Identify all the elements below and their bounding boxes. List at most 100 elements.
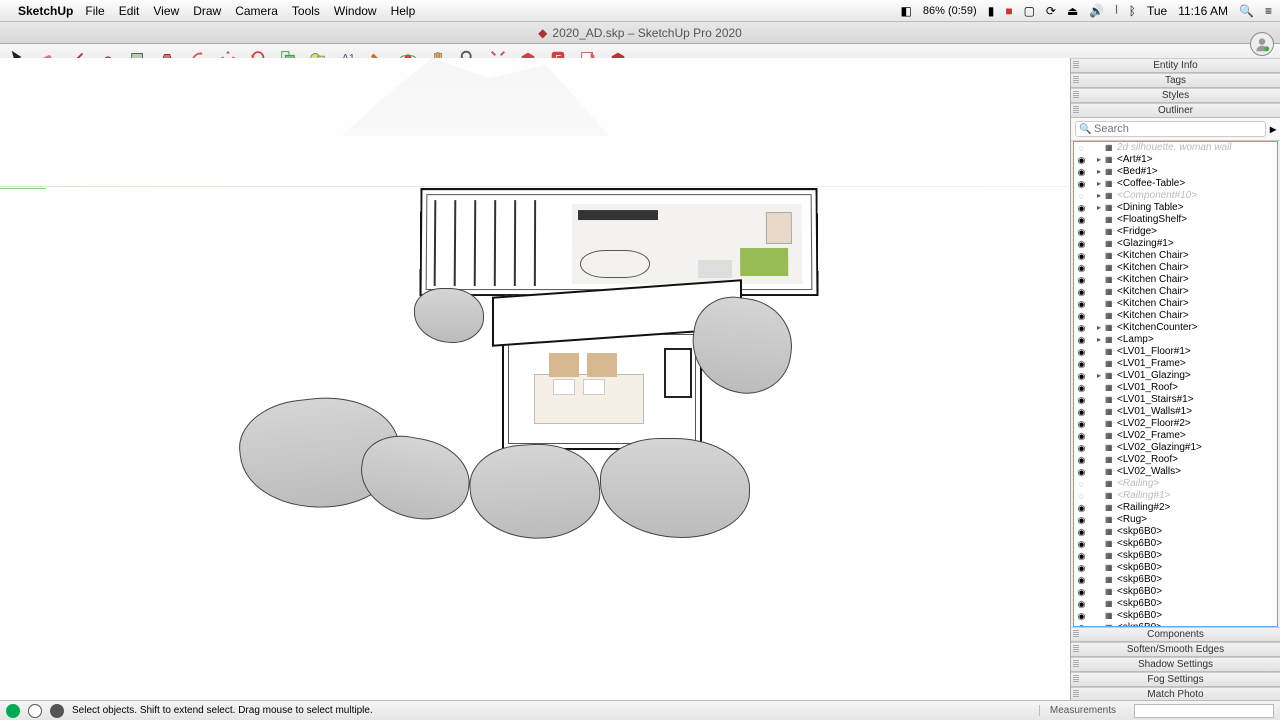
outliner-row[interactable]: ◉▦<Kitchen Chair> [1074, 262, 1277, 274]
visibility-icon[interactable]: ◉ [1076, 418, 1087, 430]
visibility-icon[interactable]: ◉ [1076, 358, 1087, 370]
outliner-row[interactable]: ◉▦<FloatingShelf> [1074, 214, 1277, 226]
stop-icon[interactable]: ■ [1005, 4, 1012, 18]
app-name[interactable]: SketchUp [18, 4, 73, 18]
visibility-icon[interactable]: ◉ [1076, 406, 1087, 418]
outliner-row[interactable]: ◉▦<skp6B0> [1074, 574, 1277, 586]
outliner-row[interactable]: ◉▦<LV02_Glazing#1> [1074, 442, 1277, 454]
outliner-row[interactable]: ◉▦<KitchenCounter> [1074, 322, 1277, 334]
menubar-time[interactable]: 11:16 AM [1178, 4, 1228, 18]
outliner-row[interactable]: ◉▦<Kitchen Chair> [1074, 274, 1277, 286]
visibility-icon[interactable]: ◉ [1076, 382, 1087, 394]
info-icon[interactable] [28, 704, 42, 718]
outliner-row[interactable]: ◉▦<Rug> [1074, 514, 1277, 526]
visibility-icon[interactable]: ◉ [1076, 286, 1087, 298]
outliner-row[interactable]: ◉▦<skp6B0> [1074, 538, 1277, 550]
visibility-icon[interactable]: ◉ [1076, 562, 1087, 574]
outliner-row[interactable]: ◉▦<Art#1> [1074, 154, 1277, 166]
section-fog[interactable]: Fog Settings [1071, 672, 1280, 687]
visibility-icon[interactable]: ◉ [1076, 442, 1087, 454]
battery-status[interactable]: 86% (0:59) [923, 5, 977, 17]
outliner-row[interactable]: ◉▦<Coffee-Table> [1074, 178, 1277, 190]
visibility-icon[interactable]: ◉ [1076, 298, 1087, 310]
menu-help[interactable]: Help [391, 4, 416, 18]
details-arrow-icon[interactable]: ▸ [1270, 122, 1276, 136]
volume-icon[interactable]: 🔊 [1089, 4, 1104, 18]
visibility-icon[interactable]: ◉ [1076, 178, 1087, 190]
outliner-row[interactable]: ◉▦<LV01_Glazing> [1074, 370, 1277, 382]
section-shadow[interactable]: Shadow Settings [1071, 657, 1280, 672]
outliner-row[interactable]: ◉▦<LV01_Frame> [1074, 358, 1277, 370]
outliner-row[interactable]: ◉▦<LV01_Roof> [1074, 382, 1277, 394]
visibility-icon[interactable]: ◉ [1076, 598, 1087, 610]
visibility-icon[interactable]: ◉ [1076, 346, 1087, 358]
outliner-row[interactable]: ◉▦<skp6B0> [1074, 562, 1277, 574]
user-avatar[interactable] [1250, 32, 1274, 56]
visibility-icon[interactable]: ◉ [1076, 274, 1087, 286]
section-styles[interactable]: Styles [1071, 88, 1280, 103]
visibility-icon[interactable]: ◉ [1076, 262, 1087, 274]
outliner-row[interactable]: ◉▦<skp6B0> [1074, 598, 1277, 610]
bluetooth-icon[interactable]: ᛒ [1129, 4, 1136, 18]
outliner-row[interactable]: ◉▦<LV02_Floor#2> [1074, 418, 1277, 430]
outliner-row[interactable]: ◉▦<Kitchen Chair> [1074, 298, 1277, 310]
spotlight-icon[interactable]: 🔍 [1239, 4, 1254, 18]
outliner-row[interactable]: ◉▦<Bed#1> [1074, 166, 1277, 178]
visibility-icon[interactable]: ◉ [1076, 454, 1087, 466]
visibility-icon[interactable]: ◉ [1076, 430, 1087, 442]
visibility-icon[interactable]: ◉ [1076, 226, 1087, 238]
outliner-row[interactable]: ○▦<Railing> [1074, 478, 1277, 490]
outliner-row[interactable]: ◉▦<LV01_Stairs#1> [1074, 394, 1277, 406]
expand-icon[interactable] [1097, 178, 1105, 190]
section-components[interactable]: Components [1071, 627, 1280, 642]
outliner-row[interactable]: ○▦<Component#10> [1074, 190, 1277, 202]
outliner-tree[interactable]: ○▦2d silhouette, woman wall◉▦<Art#1>◉▦<B… [1073, 141, 1278, 627]
visibility-icon[interactable]: ◉ [1076, 250, 1087, 262]
outliner-row[interactable]: ◉▦<skp6B0> [1074, 550, 1277, 562]
outliner-row[interactable]: ◉▦<Kitchen Chair> [1074, 286, 1277, 298]
section-tags[interactable]: Tags [1071, 73, 1280, 88]
menu-window[interactable]: Window [334, 4, 377, 18]
menu-edit[interactable]: Edit [119, 4, 140, 18]
expand-icon[interactable] [1097, 202, 1105, 214]
visibility-icon[interactable]: ◉ [1076, 310, 1087, 322]
visibility-icon[interactable]: ◉ [1076, 202, 1087, 214]
sync-icon[interactable]: ⟳ [1046, 4, 1056, 18]
eject-icon[interactable]: ⏏ [1067, 4, 1078, 18]
notification-icon[interactable]: ≡ [1265, 4, 1272, 18]
menu-draw[interactable]: Draw [193, 4, 221, 18]
outliner-row[interactable]: ◉▦<skp6B0> [1074, 586, 1277, 598]
viewport[interactable] [0, 58, 1070, 700]
visibility-icon[interactable]: ◉ [1076, 574, 1087, 586]
visibility-icon[interactable]: ○ [1076, 190, 1087, 202]
outliner-row[interactable]: ◉▦<LV02_Frame> [1074, 430, 1277, 442]
visibility-icon[interactable]: ◉ [1076, 394, 1087, 406]
visibility-icon[interactable]: ◉ [1076, 526, 1087, 538]
expand-icon[interactable] [1097, 166, 1105, 178]
outliner-row[interactable]: ◉▦<skp6B0> [1074, 610, 1277, 622]
menubar-app-icon[interactable]: ◧ [901, 4, 912, 18]
visibility-icon[interactable]: ◉ [1076, 586, 1087, 598]
help-icon[interactable] [6, 704, 20, 718]
visibility-icon[interactable]: ◉ [1076, 514, 1087, 526]
outliner-row[interactable]: ◉▦<Kitchen Chair> [1074, 250, 1277, 262]
visibility-icon[interactable]: ◉ [1076, 550, 1087, 562]
outliner-row[interactable]: ◉▦<Dining Table> [1074, 202, 1277, 214]
outliner-row[interactable]: ○▦2d silhouette, woman wall [1074, 142, 1277, 154]
visibility-icon[interactable]: ◉ [1076, 322, 1087, 334]
visibility-icon[interactable]: ◉ [1076, 154, 1087, 166]
visibility-icon[interactable]: ○ [1076, 142, 1087, 154]
geo-icon[interactable] [50, 704, 64, 718]
menubar-day[interactable]: Tue [1147, 4, 1167, 18]
outliner-row[interactable]: ○▦<Railing#1> [1074, 490, 1277, 502]
display-icon[interactable]: ▢ [1024, 4, 1035, 18]
outliner-row[interactable]: ◉▦<LV02_Roof> [1074, 454, 1277, 466]
outliner-row[interactable]: ◉▦<Fridge> [1074, 226, 1277, 238]
expand-icon[interactable] [1097, 154, 1105, 166]
expand-icon[interactable] [1097, 370, 1105, 382]
outliner-row[interactable]: ◉▦<Kitchen Chair> [1074, 310, 1277, 322]
outliner-row[interactable]: ◉▦<Glazing#1> [1074, 238, 1277, 250]
outliner-row[interactable]: ◉▦<Lamp> [1074, 334, 1277, 346]
menu-view[interactable]: View [153, 4, 179, 18]
visibility-icon[interactable]: ◉ [1076, 538, 1087, 550]
